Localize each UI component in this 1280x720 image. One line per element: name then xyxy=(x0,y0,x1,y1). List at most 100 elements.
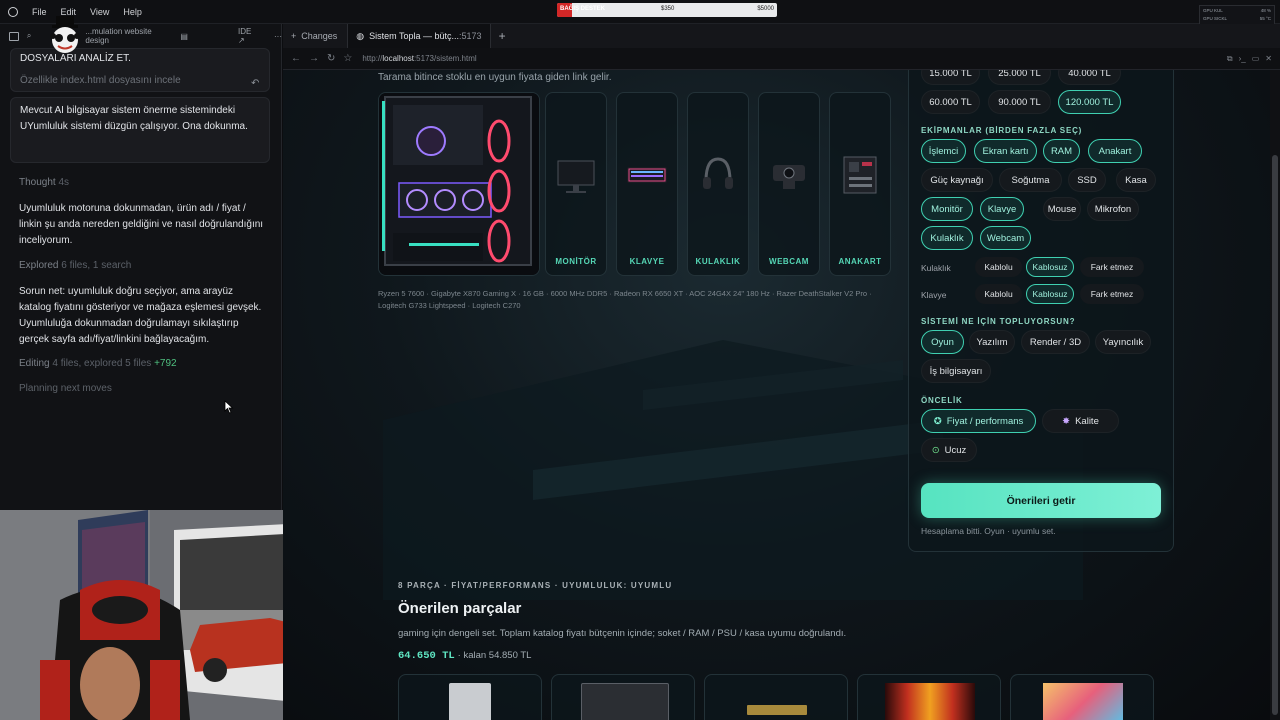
panel-icon[interactable]: ▭ xyxy=(1252,54,1260,63)
priority-title: ÖNCELİK xyxy=(921,396,963,405)
reload-icon[interactable]: ↻ xyxy=(327,53,335,64)
product-card[interactable] xyxy=(704,674,848,720)
total-price: 64.650 TL xyxy=(398,650,455,662)
hw-row: GPU KUL 48 % xyxy=(1203,8,1271,16)
page-scrollbar[interactable] xyxy=(1270,70,1280,720)
priority-quality[interactable]: ✸ Kalite xyxy=(1042,409,1119,433)
price-summary: 64.650 TL · kalan 54.850 TL xyxy=(398,649,531,662)
purpose-option-1[interactable]: Yazılım xyxy=(969,330,1015,354)
part-card-motherboard[interactable]: ANAKART xyxy=(829,92,891,276)
part-card-headphones[interactable]: KULAKLIK xyxy=(687,92,749,276)
terminal-icon[interactable]: ›_ xyxy=(1239,54,1246,63)
screenshot-icon[interactable]: ⧉ xyxy=(1227,54,1233,64)
pc-case-card[interactable] xyxy=(378,92,540,276)
mouse-cursor-icon xyxy=(224,400,234,414)
equipment-option-1[interactable]: Webcam xyxy=(980,226,1031,250)
globe-icon: ◍ xyxy=(356,30,365,41)
forward-icon[interactable]: → xyxy=(309,53,319,64)
part-card-webcam[interactable]: WEBCAM xyxy=(758,92,820,276)
explored-status[interactable]: Explored 6 files, 1 search xyxy=(19,260,131,271)
hw-label: GPU KUL xyxy=(1203,8,1223,13)
new-tab-button[interactable]: + xyxy=(499,29,506,43)
undo-icon[interactable]: ↶ xyxy=(251,78,259,89)
purpose-option-0[interactable]: İş bilgisayarı xyxy=(921,359,991,383)
hw-label: GPU SICKL xyxy=(1203,16,1228,21)
chat-panel-header: ⌕ ...mulation website design ▤ IDE ↗ ··· xyxy=(0,24,282,48)
headset-connection-2[interactable]: Fark etmez xyxy=(1080,257,1144,277)
equipment-option-2[interactable]: SSD xyxy=(1068,168,1106,192)
menu-help[interactable]: Help xyxy=(123,7,142,17)
page-subtitle: Tarama bitince stoklu en uygun fiyata gi… xyxy=(378,72,612,83)
sparkle-icon: ✸ xyxy=(1062,415,1071,427)
part-card-keyboard[interactable]: KLAVYE xyxy=(616,92,678,276)
thought-time: 4s xyxy=(58,177,70,188)
equipment-option-1[interactable]: Ekran kartı xyxy=(974,139,1037,163)
headset-connection-0[interactable]: Kablolu xyxy=(975,257,1022,277)
equipment-option-3[interactable]: Mikrofon xyxy=(1087,197,1139,221)
purpose-option-0[interactable]: Oyun xyxy=(921,330,964,354)
build-specs: Ryzen 5 7600 · Gigabyte X870 Gaming X · … xyxy=(378,289,872,310)
more-options-icon[interactable]: ··· xyxy=(274,32,282,41)
ram-image xyxy=(747,705,807,715)
close-icon[interactable]: ✕ xyxy=(1265,54,1272,63)
priority-cheap[interactable]: ⊙ Ucuz xyxy=(921,438,977,462)
menu-view[interactable]: View xyxy=(90,7,109,17)
scrollbar-thumb[interactable] xyxy=(1272,155,1278,715)
get-recommendations-button[interactable]: Önerileri getir xyxy=(921,483,1161,518)
editing-status[interactable]: Editing 4 files, explored 5 files +792 xyxy=(19,358,177,369)
equipment-option-2[interactable]: RAM xyxy=(1043,139,1080,163)
archive-icon[interactable]: ▤ xyxy=(180,32,188,41)
budget-option-1[interactable]: 90.000 TL xyxy=(988,90,1051,114)
back-icon[interactable]: ← xyxy=(291,53,301,64)
equipment-option-0[interactable]: Monitör xyxy=(921,197,973,221)
motherboard-image xyxy=(581,683,669,720)
budget-option-0[interactable]: 60.000 TL xyxy=(921,90,980,114)
equipment-option-1[interactable]: Soğutma xyxy=(999,168,1062,192)
keyboard-connection-0[interactable]: Kablolu xyxy=(975,284,1022,304)
purpose-option-2[interactable]: Render / 3D xyxy=(1021,330,1090,354)
budget-option-2[interactable]: 40.000 TL xyxy=(1058,70,1121,85)
url-host: localhost xyxy=(382,54,414,63)
equipment-title: EKİPMANLAR (BİRDEN FAZLA SEÇ) xyxy=(921,126,1083,135)
keyboard-connection-1[interactable]: Kablosuz xyxy=(1026,284,1074,304)
bookmark-icon[interactable]: ☆ xyxy=(343,53,352,64)
equipment-option-0[interactable]: Güç kaynağı xyxy=(921,168,993,192)
equipment-option-0[interactable]: İşlemci xyxy=(921,139,966,163)
budget-option-1[interactable]: 25.000 TL xyxy=(988,70,1051,85)
part-card-label: ANAKART xyxy=(838,257,882,266)
headset-connection-1[interactable]: Kablosuz xyxy=(1026,257,1074,277)
keyboard-connection-2[interactable]: Fark etmez xyxy=(1080,284,1144,304)
tab-sistem-topla[interactable]: ◍ Sistem Topla — bütç... :5173 xyxy=(347,24,491,48)
budget-option-0[interactable]: 15.000 TL xyxy=(921,70,980,85)
webcam-icon xyxy=(773,165,805,189)
tab-title: Sistem Topla — bütç... xyxy=(369,31,460,41)
equipment-option-1[interactable]: Klavye xyxy=(980,197,1024,221)
keyboard-connection-label: Klavye xyxy=(921,290,947,300)
thought-status[interactable]: Thought 4s xyxy=(19,177,69,188)
product-card[interactable] xyxy=(551,674,695,720)
product-card[interactable] xyxy=(1010,674,1154,720)
equipment-option-3[interactable]: Kasa xyxy=(1116,168,1156,192)
chip-label: Fiyat / performans xyxy=(946,415,1024,427)
priority-price-performance[interactable]: ✪ Fiyat / performans xyxy=(921,409,1036,433)
explored-detail: 6 files, 1 search xyxy=(61,260,132,271)
equipment-option-3[interactable]: Anakart xyxy=(1088,139,1142,163)
part-card-label: KLAVYE xyxy=(629,257,665,266)
search-icon[interactable]: ⌕ xyxy=(27,31,31,41)
keyboard-icon xyxy=(627,167,667,183)
add-icon[interactable]: + xyxy=(291,31,296,41)
open-ide-button[interactable]: IDE ↗ xyxy=(238,27,260,45)
product-card[interactable] xyxy=(857,674,1001,720)
equipment-option-2[interactable]: Mouse xyxy=(1043,197,1081,221)
changes-tab[interactable]: Changes xyxy=(301,31,337,41)
part-card-monitor[interactable]: MONİTÖR xyxy=(545,92,607,276)
part-card-label: KULAKLIK xyxy=(695,257,741,266)
url-field[interactable]: http://localhost:5173/sistem.html xyxy=(362,54,476,63)
headphones-icon xyxy=(703,157,733,189)
budget-option-2[interactable]: 120.000 TL xyxy=(1058,90,1121,114)
equipment-option-0[interactable]: Kulaklık xyxy=(921,226,973,250)
product-card[interactable] xyxy=(398,674,542,720)
purpose-option-3[interactable]: Yayıncılık xyxy=(1095,330,1151,354)
conversation-title[interactable]: ...mulation website design xyxy=(85,27,176,45)
sidebar-toggle-icon[interactable] xyxy=(9,31,19,41)
